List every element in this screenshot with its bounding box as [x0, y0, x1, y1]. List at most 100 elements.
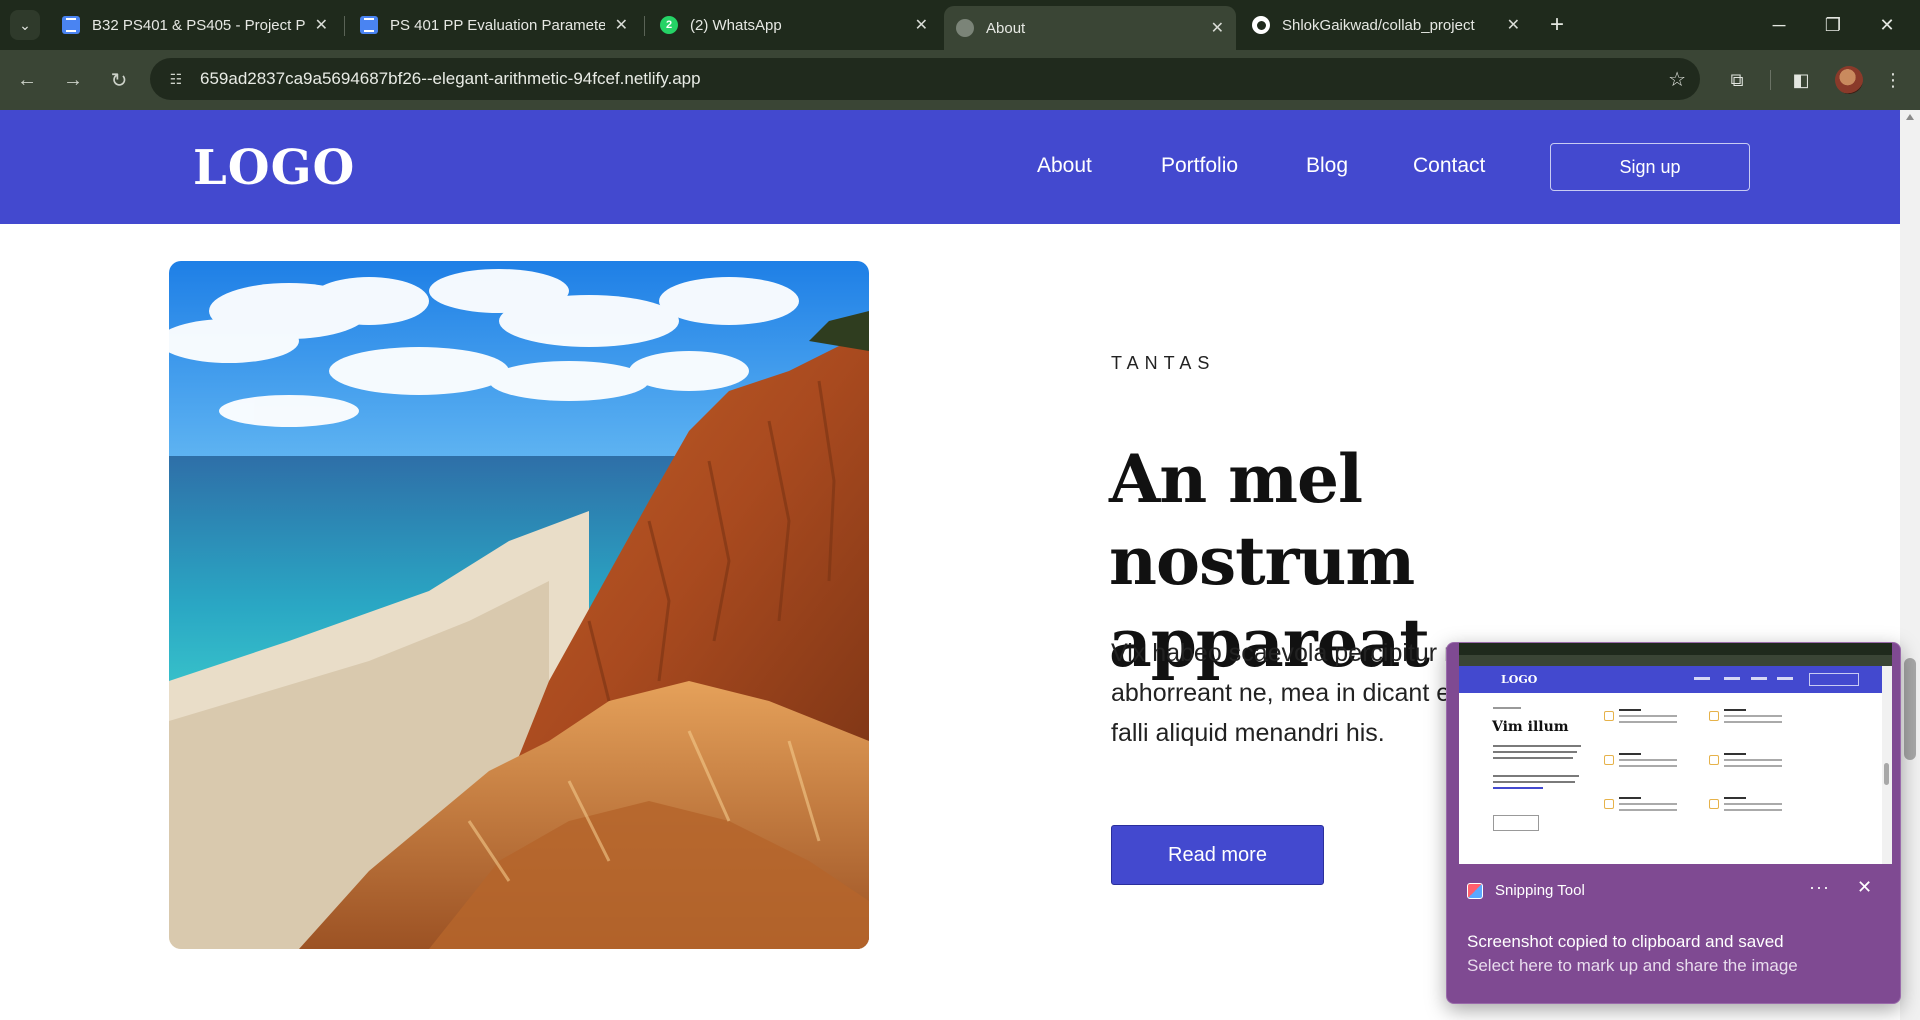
close-icon[interactable]: ✕ [615, 15, 628, 35]
restore-icon: ❐ [1824, 14, 1842, 35]
site-header: LOGO About Portfolio Blog Contact Sign u… [0, 110, 1900, 224]
google-docs-icon [360, 16, 378, 34]
side-panel-icon: ◧ [1792, 69, 1810, 90]
preview-feature-title [1724, 753, 1746, 755]
site-logo[interactable]: LOGO [193, 140, 355, 196]
restore-button[interactable]: ❐ [1810, 10, 1856, 40]
tab-whatsapp[interactable]: 2 (2) WhatsApp ✕ [648, 8, 940, 42]
side-panel-button[interactable]: ◧ [1786, 65, 1816, 95]
preview-feature-icon [1709, 799, 1719, 809]
tab-title: (2) WhatsApp [690, 16, 782, 34]
tab-project-doc[interactable]: B32 PS401 & PS405 - Project Pr ✕ [50, 8, 340, 42]
preview-feature-title [1619, 709, 1641, 711]
toast-message-subtitle: Select here to mark up and share the ima… [1467, 956, 1798, 975]
page-scrollbar[interactable] [1900, 110, 1920, 1020]
tab-title: B32 PS401 & PS405 - Project Pr [92, 16, 305, 34]
preview-feature-line [1724, 721, 1782, 723]
preview-feature-title [1724, 797, 1746, 799]
preview-tab-bar [1459, 643, 1892, 655]
preview-logo: LOGO [1501, 673, 1538, 686]
preview-feature-line [1724, 715, 1782, 717]
preview-eyebrow-line [1493, 707, 1521, 709]
preview-scrollbar-thumb [1884, 763, 1889, 785]
preview-nav-item [1724, 677, 1740, 680]
preview-nav-item [1751, 677, 1767, 680]
preview-feature-line [1619, 759, 1677, 761]
preview-feature-line [1724, 765, 1782, 767]
preview-feature-line [1619, 765, 1677, 767]
close-icon[interactable]: ✕ [915, 15, 928, 35]
whatsapp-icon: 2 [660, 16, 678, 34]
minimize-button[interactable]: ─ [1756, 10, 1802, 40]
nav-link-blog[interactable]: Blog [1306, 154, 1348, 178]
close-icon[interactable]: ✕ [1857, 877, 1872, 898]
minimize-icon: ─ [1772, 14, 1786, 35]
close-icon[interactable]: ✕ [1507, 15, 1520, 35]
address-bar[interactable]: ☷ 659ad2837ca9a5694687bf26--elegant-arit… [150, 58, 1700, 100]
snipping-tool-notification[interactable]: LOGO Vim illum Snipping Tool ··· ✕ Scree… [1446, 642, 1901, 1004]
preview-text-line [1493, 751, 1577, 753]
tab-separator [344, 16, 345, 36]
preview-feature-icon [1709, 755, 1719, 765]
browser-toolbar: ← → ↻ ☷ 659ad2837ca9a5694687bf26--elegan… [0, 50, 1920, 110]
preview-feature-icon [1604, 755, 1614, 765]
signup-button[interactable]: Sign up [1550, 143, 1750, 191]
scroll-up-icon[interactable] [1906, 114, 1914, 120]
arrow-left-icon: ← [17, 68, 37, 91]
scrollbar-thumb[interactable] [1904, 658, 1916, 760]
close-window-button[interactable]: ✕ [1864, 10, 1910, 40]
bookmark-star-icon[interactable]: ☆ [1668, 67, 1686, 92]
toast-app-name: Snipping Tool [1495, 882, 1585, 899]
puzzle-icon: ⧉ [1730, 69, 1744, 90]
reload-button[interactable]: ↻ [104, 65, 134, 95]
chevron-down-icon: ⌄ [19, 16, 31, 33]
browser-menu-button[interactable]: ⋮ [1878, 65, 1908, 95]
browser-tab-bar: ⌄ B32 PS401 & PS405 - Project Pr ✕ PS 40… [0, 0, 1920, 50]
preview-feature-line [1619, 803, 1677, 805]
preview-feature-line [1724, 803, 1782, 805]
close-icon[interactable]: ✕ [1211, 18, 1224, 38]
back-button[interactable]: ← [12, 65, 42, 95]
tab-github[interactable]: ShlokGaikwad/collab_project ✕ [1240, 8, 1532, 42]
close-icon[interactable]: ✕ [315, 15, 328, 35]
tab-title: About [986, 19, 1026, 37]
preview-text-line [1493, 745, 1581, 747]
google-docs-icon [62, 16, 80, 34]
site-info-icon[interactable]: ☷ [166, 69, 186, 89]
tab-evaluation-doc[interactable]: PS 401 PP Evaluation Parameter ✕ [348, 8, 640, 42]
tab-search-button[interactable]: ⌄ [10, 10, 40, 40]
preview-link-line [1493, 787, 1543, 789]
preview-button-box [1493, 815, 1539, 831]
reload-icon: ↻ [110, 69, 128, 92]
arrow-right-icon: → [63, 68, 83, 91]
read-more-button[interactable]: Read more [1111, 825, 1324, 885]
forward-button[interactable]: → [58, 65, 88, 95]
github-icon [1252, 16, 1270, 34]
tab-separator [644, 16, 645, 36]
nav-link-contact[interactable]: Contact [1413, 154, 1485, 178]
new-tab-button[interactable]: + [1542, 10, 1572, 40]
preview-feature-line [1619, 809, 1677, 811]
toast-message-title: Screenshot copied to clipboard and saved [1467, 932, 1784, 951]
toolbar-divider [1770, 70, 1771, 90]
preview-feature-icon [1604, 711, 1614, 721]
tab-about[interactable]: About ✕ [944, 6, 1236, 50]
preview-title: Vim illum [1492, 719, 1569, 735]
url-text[interactable]: 659ad2837ca9a5694687bf26--elegant-arithm… [200, 69, 701, 89]
preview-feature-icon [1709, 711, 1719, 721]
hero-eyebrow: TANTAS [1111, 353, 1216, 373]
extensions-button[interactable]: ⧉ [1722, 65, 1752, 95]
tab-title: ShlokGaikwad/collab_project [1282, 16, 1475, 34]
preview-signup-box [1809, 673, 1859, 686]
preview-feature-line [1724, 809, 1782, 811]
preview-feature-line [1724, 759, 1782, 761]
profile-avatar[interactable] [1835, 66, 1863, 94]
nav-link-about[interactable]: About [1037, 154, 1092, 178]
tab-title: PS 401 PP Evaluation Parameter [390, 16, 605, 34]
preview-site-header: LOGO [1459, 666, 1882, 693]
more-options-icon[interactable]: ··· [1809, 877, 1830, 898]
nav-link-portfolio[interactable]: Portfolio [1161, 154, 1238, 178]
screenshot-preview-thumbnail[interactable]: LOGO Vim illum [1459, 643, 1892, 864]
more-vertical-icon: ⋮ [1884, 69, 1902, 90]
preview-nav-item [1777, 677, 1793, 680]
